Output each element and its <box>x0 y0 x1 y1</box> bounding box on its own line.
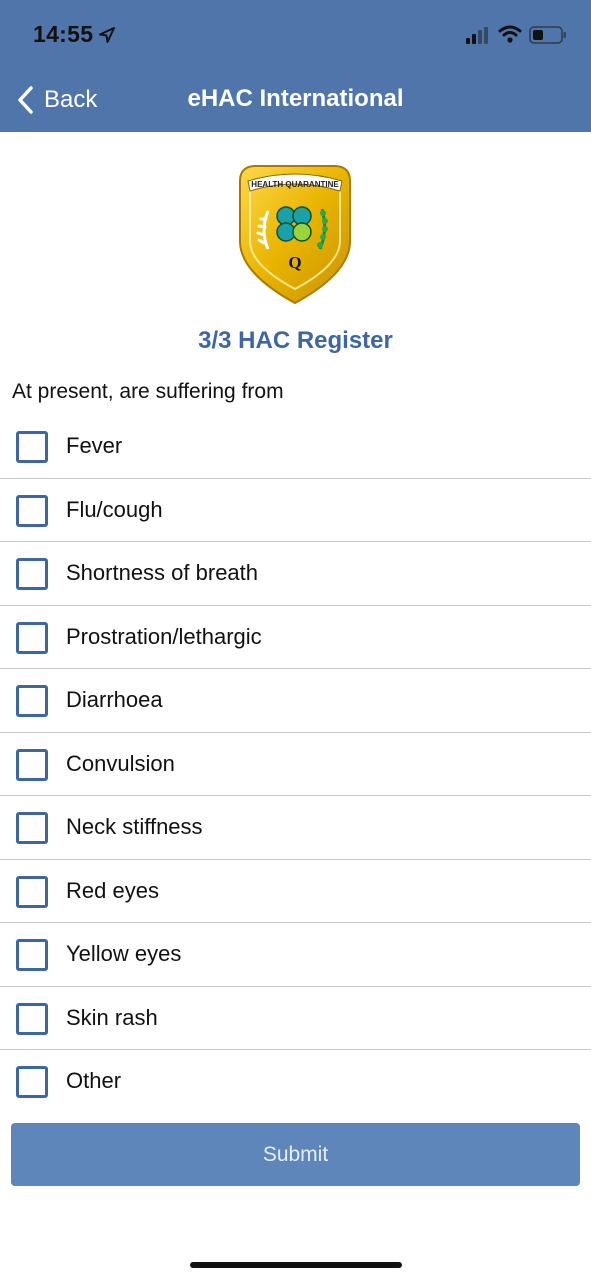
home-indicator[interactable] <box>190 1262 402 1268</box>
battery-icon <box>529 26 566 44</box>
symptom-label: Other <box>66 1068 122 1093</box>
back-label: Back <box>44 86 98 113</box>
screen: 14:55 eHAC International Back HEALTH QUA… <box>0 0 591 1280</box>
checkbox[interactable] <box>16 812 48 844</box>
emblem-letter: Q <box>288 253 301 272</box>
checkbox[interactable] <box>16 1002 48 1035</box>
question-label: At present, are suffering from <box>12 380 284 403</box>
status-bar: 14:55 <box>0 0 591 70</box>
checkbox[interactable] <box>16 494 48 527</box>
symptom-label: Convulsion <box>66 750 175 776</box>
symptom-label: Red eyes <box>66 877 159 903</box>
symptom-row-fever[interactable]: Fever <box>0 415 591 479</box>
back-button[interactable]: Back <box>14 82 97 118</box>
header: 14:55 eHAC International Back <box>0 0 591 132</box>
checkbox[interactable] <box>16 685 48 717</box>
checkbox[interactable] <box>16 939 48 971</box>
checkbox[interactable] <box>16 558 48 590</box>
checkbox[interactable] <box>16 748 48 781</box>
checkbox[interactable] <box>16 431 48 463</box>
symptom-row-other[interactable]: Other <box>0 1050 591 1114</box>
symptom-row-convulsion[interactable]: Convulsion <box>0 733 591 796</box>
symptom-row-skin-rash[interactable]: Skin rash <box>0 987 591 1050</box>
symptom-row-flu-cough[interactable]: Flu/cough <box>0 479 591 542</box>
emblem-banner-text: HEALTH QUARANTINE <box>251 180 339 189</box>
health-quarantine-emblem-icon: HEALTH QUARANTINE Q <box>239 165 351 305</box>
symptom-label: Fever <box>66 433 123 458</box>
status-time: 14:55 <box>33 21 94 47</box>
symptom-label: Yellow eyes <box>66 941 182 966</box>
symptom-label: Shortness of breath <box>66 560 259 585</box>
location-arrow-icon <box>99 27 115 43</box>
symptom-row-prostration[interactable]: Prostration/lethargic <box>0 606 591 669</box>
symptom-row-red-eyes[interactable]: Red eyes <box>0 860 591 923</box>
symptom-label: Flu/cough <box>66 496 163 522</box>
chevron-left-icon <box>18 86 33 114</box>
wifi-icon <box>498 25 522 43</box>
symptom-row-yellow-eyes[interactable]: Yellow eyes <box>0 923 591 987</box>
cellular-signal-icon <box>466 27 488 44</box>
page-title: 3/3 HAC Register <box>198 327 393 354</box>
checkbox[interactable] <box>16 1066 48 1098</box>
symptom-label: Prostration/lethargic <box>66 623 262 649</box>
checkbox[interactable] <box>16 875 48 908</box>
submit-button[interactable]: Submit <box>11 1123 580 1186</box>
symptom-row-neck-stiffness[interactable]: Neck stiffness <box>0 796 591 860</box>
symptom-list: Fever Flu/cough Shortness of breath Pros… <box>0 415 591 1114</box>
symptom-label: Skin rash <box>66 1004 158 1030</box>
symptom-label: Neck stiffness <box>66 814 203 839</box>
symptom-row-diarrhoea[interactable]: Diarrhoea <box>0 669 591 733</box>
nav-bar: eHAC International Back <box>0 70 591 132</box>
symptom-row-shortness-of-breath[interactable]: Shortness of breath <box>0 542 591 606</box>
checkbox[interactable] <box>16 621 48 654</box>
symptom-label: Diarrhoea <box>66 687 163 712</box>
